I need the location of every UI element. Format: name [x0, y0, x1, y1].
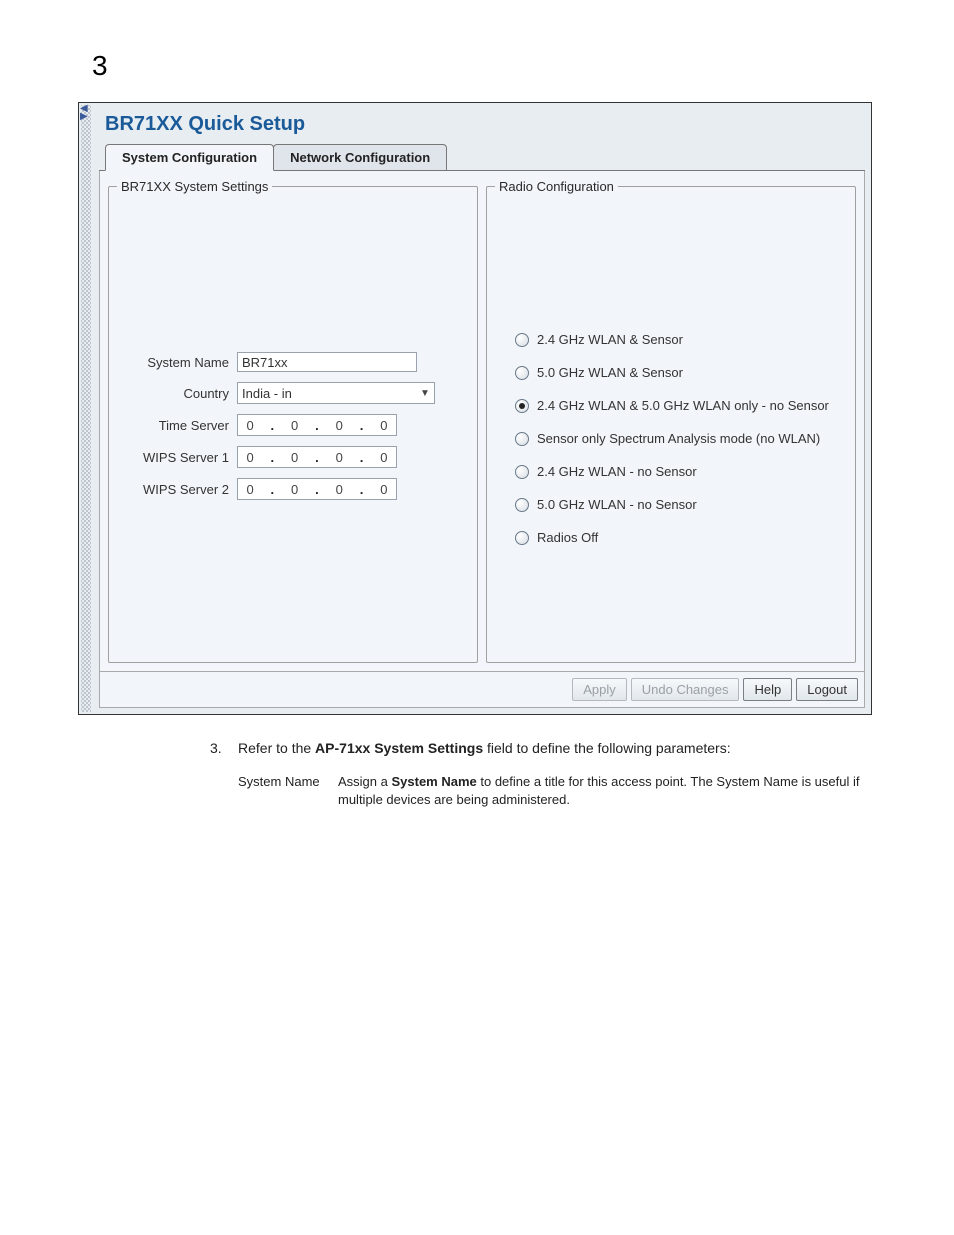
row-country: Country India - in ▼	[117, 382, 469, 404]
radio-config-fieldset: Radio Configuration 2.4 GHz WLAN & Senso…	[486, 179, 856, 663]
input-system-name[interactable]	[237, 352, 417, 372]
doc-step-body: Refer to the AP-71xx System Settings fie…	[238, 739, 860, 809]
row-wips2: WIPS Server 2 0. 0. 0. 0	[117, 478, 469, 500]
input-time-server-ip[interactable]: 0. 0. 0. 0	[237, 414, 397, 436]
radio-icon	[515, 531, 529, 545]
button-bar: Apply Undo Changes Help Logout	[99, 672, 865, 708]
radio-icon	[515, 432, 529, 446]
panel-body: BR71XX System Settings System Name Count…	[99, 171, 865, 672]
row-wips1: WIPS Server 1 0. 0. 0. 0	[117, 446, 469, 468]
radio-option[interactable]: 2.4 GHz WLAN - no Sensor	[515, 464, 847, 479]
select-country[interactable]: India - in ▼	[237, 382, 435, 404]
radio-label: Radios Off	[537, 530, 598, 545]
input-wips1-ip[interactable]: 0. 0. 0. 0	[237, 446, 397, 468]
label-wips1: WIPS Server 1	[117, 450, 237, 465]
row-system-name: System Name	[117, 352, 469, 372]
radio-option[interactable]: 5.0 GHz WLAN & Sensor	[515, 365, 847, 380]
radio-config-legend: Radio Configuration	[495, 179, 618, 194]
system-settings-legend: BR71XX System Settings	[117, 179, 272, 194]
undo-changes-button[interactable]: Undo Changes	[631, 678, 740, 701]
radio-option[interactable]: 2.4 GHz WLAN & Sensor	[515, 332, 847, 347]
radio-icon	[515, 399, 529, 413]
radio-label: 5.0 GHz WLAN - no Sensor	[537, 497, 697, 512]
row-time-server: Time Server 0. 0. 0. 0	[117, 414, 469, 436]
logout-button[interactable]: Logout	[796, 678, 858, 701]
radio-icon	[515, 333, 529, 347]
doc-step-number: 3.	[210, 739, 238, 809]
radio-option[interactable]: Radios Off	[515, 530, 847, 545]
radio-label: 5.0 GHz WLAN & Sensor	[537, 365, 683, 380]
page-number: 3	[92, 50, 954, 82]
apply-button[interactable]: Apply	[572, 678, 627, 701]
radio-label: 2.4 GHz WLAN & 5.0 GHz WLAN only - no Se…	[537, 398, 829, 413]
radio-icon	[515, 366, 529, 380]
radio-label: Sensor only Spectrum Analysis mode (no W…	[537, 431, 820, 446]
input-wips2-ip[interactable]: 0. 0. 0. 0	[237, 478, 397, 500]
radio-option[interactable]: Sensor only Spectrum Analysis mode (no W…	[515, 431, 847, 446]
tab-network-configuration[interactable]: Network Configuration	[273, 144, 447, 170]
tab-bar: System Configuration Network Configurati…	[99, 144, 865, 171]
label-country: Country	[117, 386, 237, 401]
tab-system-configuration[interactable]: System Configuration	[105, 144, 274, 171]
radio-icon	[515, 498, 529, 512]
app-window: ◀▶ BR71XX Quick Setup System Configurati…	[78, 102, 872, 715]
help-button[interactable]: Help	[743, 678, 792, 701]
radio-label: 2.4 GHz WLAN & Sensor	[537, 332, 683, 347]
drag-handle[interactable]: ◀▶	[81, 105, 91, 712]
doc-text: 3. Refer to the AP-71xx System Settings …	[210, 739, 860, 809]
radio-option[interactable]: 5.0 GHz WLAN - no Sensor	[515, 497, 847, 512]
label-system-name: System Name	[117, 355, 237, 370]
radio-label: 2.4 GHz WLAN - no Sensor	[537, 464, 697, 479]
doc-row-label: System Name	[238, 773, 338, 809]
label-wips2: WIPS Server 2	[117, 482, 237, 497]
radio-icon	[515, 465, 529, 479]
chevron-down-icon: ▼	[416, 388, 434, 399]
label-time-server: Time Server	[117, 418, 237, 433]
system-settings-fieldset: BR71XX System Settings System Name Count…	[108, 179, 478, 663]
radio-option[interactable]: 2.4 GHz WLAN & 5.0 GHz WLAN only - no Se…	[515, 398, 847, 413]
collapse-arrow-icon: ◀▶	[80, 105, 88, 121]
page-title: BR71XX Quick Setup	[99, 109, 865, 144]
doc-row-desc: Assign a System Name to define a title f…	[338, 773, 860, 809]
select-country-value: India - in	[238, 386, 416, 401]
